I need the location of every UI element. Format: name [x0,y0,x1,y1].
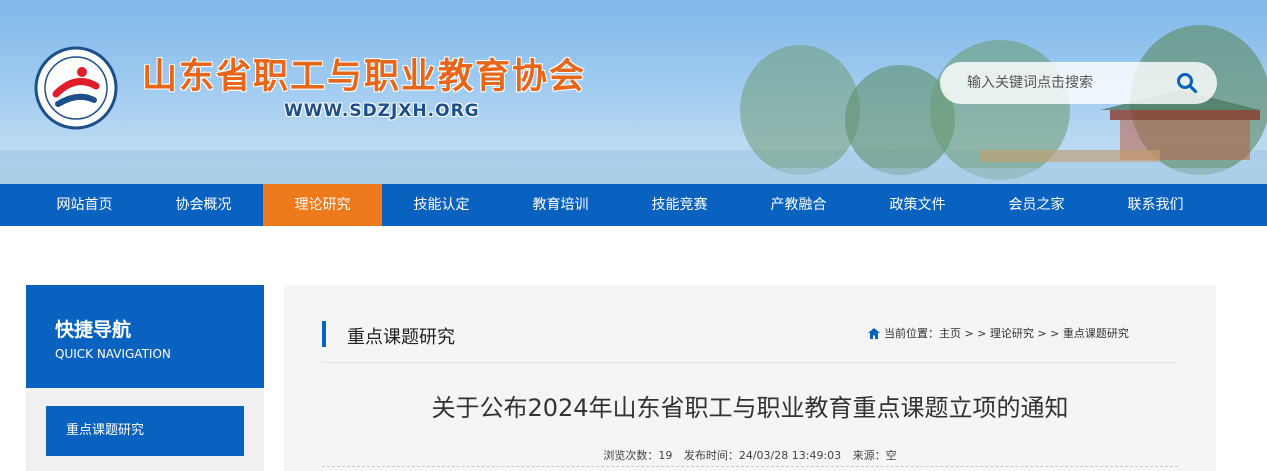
main-panel [284,285,1216,471]
section-title: 重点课题研究 [347,327,455,348]
association-logo-icon[interactable] [24,46,128,130]
meta-divider [322,466,1178,467]
publish-time: 发布时间：24/03/28 13:49:03 [683,449,842,462]
nav-item-member-home[interactable]: 会员之家 [977,184,1096,226]
nav-item-industry-education[interactable]: 产教融合 [739,184,858,226]
search-box [940,62,1217,104]
sidebar-header: 快捷导航 QUICK NAVIGATION [26,285,264,388]
header-banner: 山东省职工与职业教育协会 WWW.SDZJXH.ORG [0,0,1267,184]
nav-item-home[interactable]: 网站首页 [25,184,144,226]
section-divider [322,362,1178,363]
nav-item-skill-certification[interactable]: 技能认定 [382,184,501,226]
sidebar-item-key-research[interactable]: 重点课题研究 [46,406,244,456]
breadcrumb: 当前位置：主页 > > 理论研究 > > 重点课题研究 [868,325,1129,341]
view-count: 浏览次数：19 [603,449,673,462]
site-title: 山东省职工与职业教育协会 [142,57,587,97]
search-icon [1177,73,1198,94]
search-input[interactable] [940,63,1140,103]
article-meta: 浏览次数：19 发布时间：24/03/28 13:49:03 来源：空 [322,447,1178,463]
nav-item-policy-documents[interactable]: 政策文件 [858,184,977,226]
search-button[interactable] [1157,62,1217,104]
article-source: 来源：空 [852,449,897,462]
nav-item-contact[interactable]: 联系我们 [1096,184,1215,226]
nav-item-skill-competition[interactable]: 技能竞赛 [620,184,739,226]
nav-item-education-training[interactable]: 教育培训 [501,184,620,226]
nav-item-theory-research[interactable]: 理论研究 [263,184,382,226]
article-title: 关于公布2024年山东省职工与职业教育重点课题立项的通知 [431,394,1069,422]
home-icon[interactable] [868,327,880,339]
nav-item-about[interactable]: 协会概况 [144,184,263,226]
main-nav: 网站首页 协会概况 理论研究 技能认定 教育培训 技能竞赛 产教融合 政策文件 … [0,184,1267,226]
sidebar-subtitle: QUICK NAVIGATION [55,347,171,361]
sidebar-title: 快捷导航 [55,319,132,341]
section-title-accent [322,321,326,347]
site-url: WWW.SDZJXH.ORG [284,101,480,121]
breadcrumb-text[interactable]: 当前位置：主页 > > 理论研究 > > 重点课题研究 [884,325,1129,341]
